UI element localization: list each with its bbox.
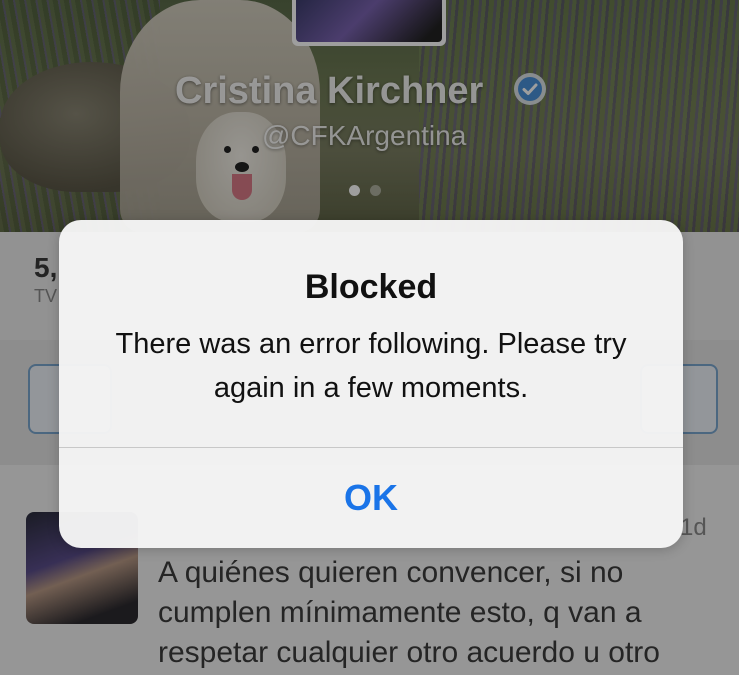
- ok-button[interactable]: OK: [59, 448, 683, 548]
- blocked-alert-dialog: Blocked There was an error following. Pl…: [59, 220, 683, 548]
- alert-title: Blocked: [304, 268, 438, 306]
- alert-message: There was an error following. Please try…: [115, 328, 627, 404]
